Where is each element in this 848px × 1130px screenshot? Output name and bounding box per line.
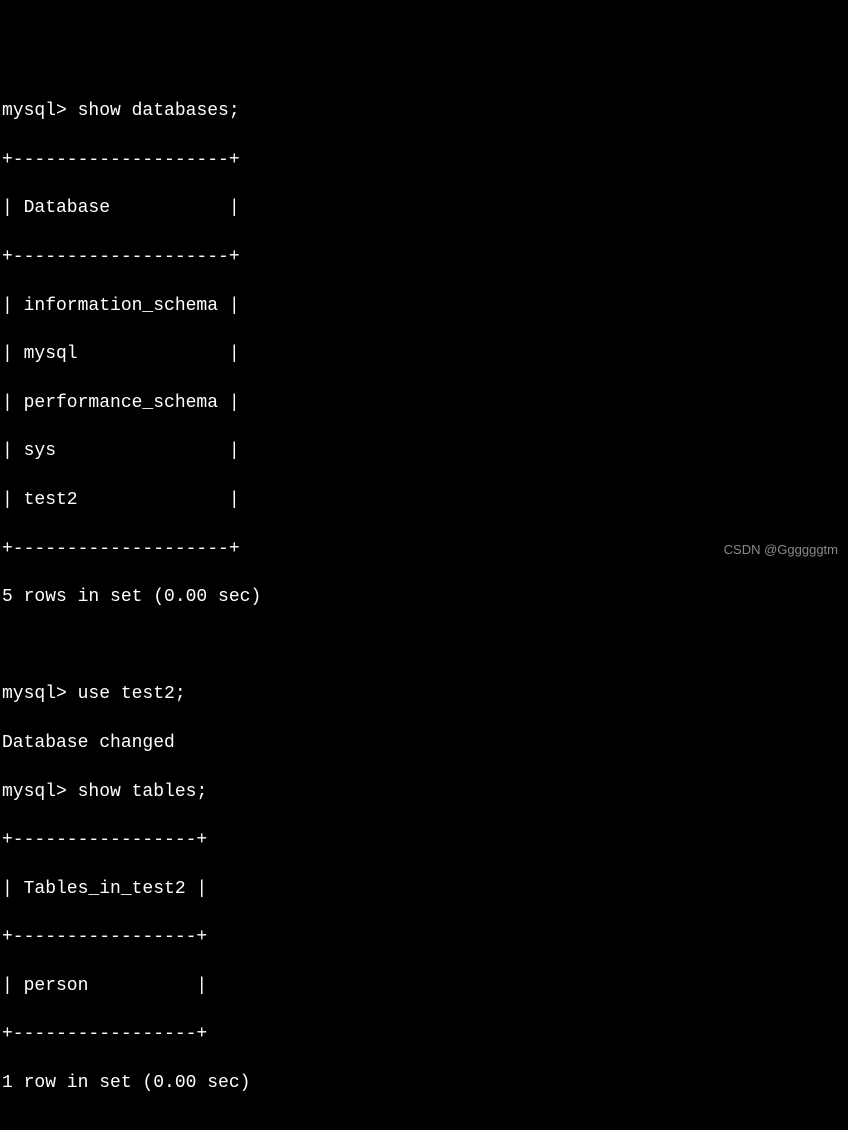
db-table-sep-bottom: +--------------------+ <box>2 537 846 561</box>
db-table-row: | sys | <box>2 439 846 463</box>
prompt-line-use[interactable]: mysql> use test2; <box>2 682 846 706</box>
command-use: use test2; <box>78 684 186 704</box>
tbl-summary: 1 row in set (0.00 sec) <box>2 1071 846 1095</box>
use-result: Database changed <box>2 731 846 755</box>
db-table-header: | Database | <box>2 196 846 220</box>
tbl-table-sep-mid: +-----------------+ <box>2 925 846 949</box>
tbl-table-sep-bottom: +-----------------+ <box>2 1022 846 1046</box>
tbl-table-header: | Tables_in_test2 | <box>2 877 846 901</box>
tbl-table-row: | person | <box>2 974 846 998</box>
prompt-line-show-databases[interactable]: mysql> show databases; <box>2 99 846 123</box>
mysql-prompt: mysql> <box>2 101 67 121</box>
tbl-table-sep-top: +-----------------+ <box>2 828 846 852</box>
prompt-line-show-tables[interactable]: mysql> show tables; <box>2 780 846 804</box>
db-table-sep-top: +--------------------+ <box>2 148 846 172</box>
db-table-row: | mysql | <box>2 342 846 366</box>
db-summary: 5 rows in set (0.00 sec) <box>2 585 846 609</box>
watermark: CSDN @Ggggggtm <box>724 541 838 559</box>
db-table-row: | test2 | <box>2 488 846 512</box>
mysql-prompt: mysql> <box>2 782 67 802</box>
mysql-prompt: mysql> <box>2 684 67 704</box>
db-table-sep-mid: +--------------------+ <box>2 245 846 269</box>
command-show-tables: show tables; <box>78 782 208 802</box>
command-show-databases: show databases; <box>78 101 240 121</box>
db-table-row: | information_schema | <box>2 294 846 318</box>
db-table-row: | performance_schema | <box>2 391 846 415</box>
blank-line <box>2 634 846 658</box>
